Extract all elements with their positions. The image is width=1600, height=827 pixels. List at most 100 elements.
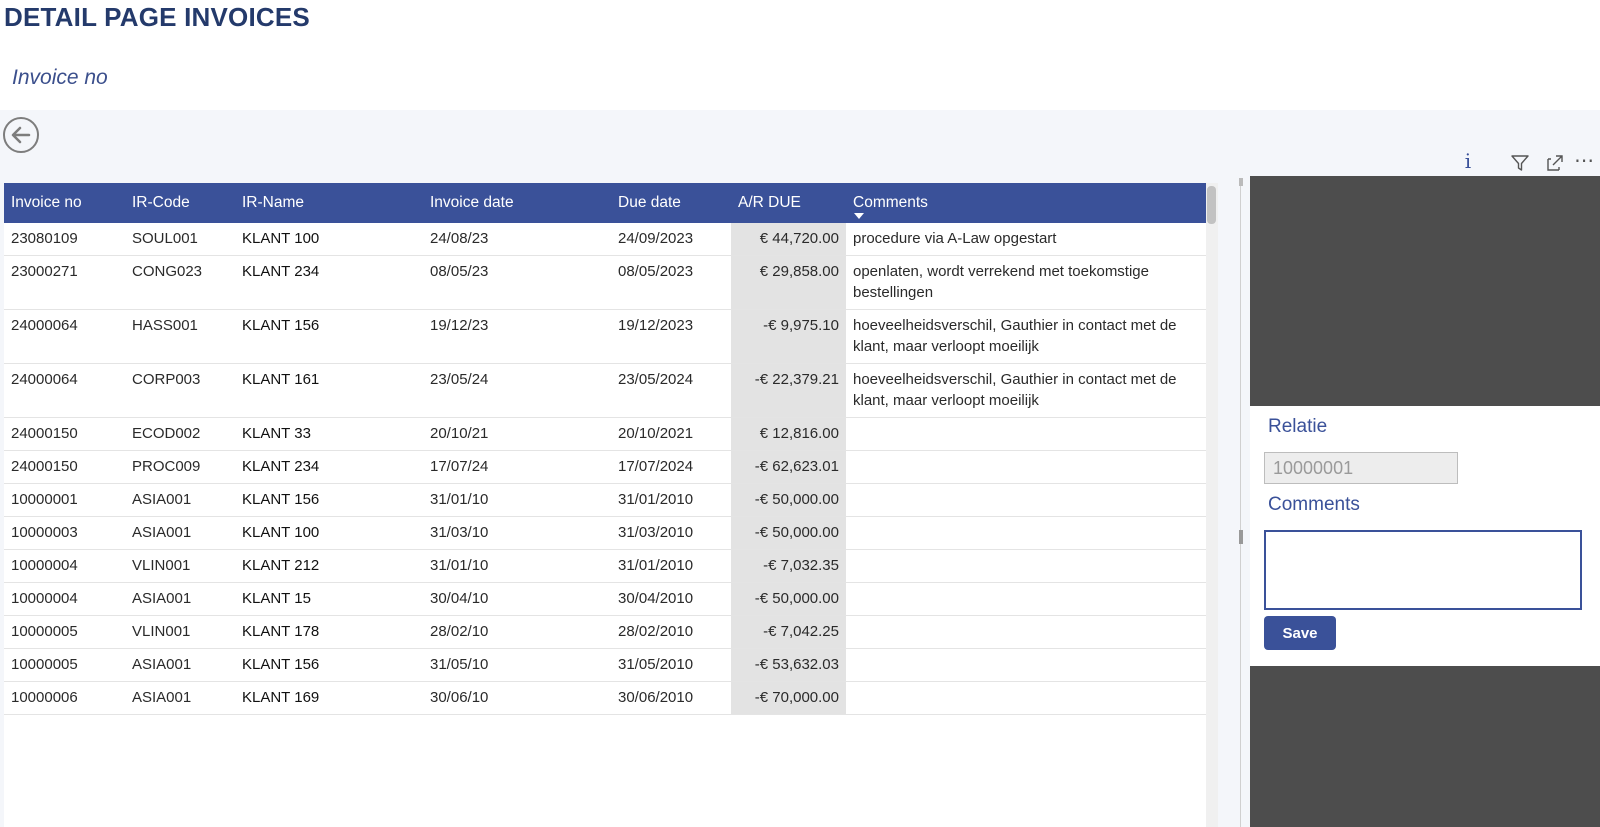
invoice-date-cell: 08/05/23 bbox=[423, 255, 611, 310]
ir-name-cell: KLANT 33 bbox=[235, 417, 423, 451]
due-date-cell: 31/01/2010 bbox=[611, 483, 731, 517]
table-row[interactable]: 10000005 VLIN001 KLANT 178 28/02/10 28/02/20… bbox=[4, 615, 1206, 649]
sort-descending-icon bbox=[854, 213, 864, 219]
ir-code-cell: CONG023 bbox=[125, 255, 235, 310]
ir-code-cell: HASS001 bbox=[125, 309, 235, 364]
table-row[interactable]: 10000003 ASIA001 KLANT 100 31/03/10 31/03/20… bbox=[4, 516, 1206, 550]
comments-cell bbox=[846, 582, 1206, 616]
ir-code-cell: ASIA001 bbox=[125, 648, 235, 682]
ir-code-cell: VLIN001 bbox=[125, 615, 235, 649]
ir-code-cell: ASIA001 bbox=[125, 483, 235, 517]
comments-cell bbox=[846, 681, 1206, 715]
invoice-date-cell: 23/05/24 bbox=[423, 363, 611, 418]
ar-due-cell: -€ 7,042.25 bbox=[731, 615, 846, 649]
due-date-cell: 31/01/2010 bbox=[611, 549, 731, 583]
ar-due-cell: -€ 62,623.01 bbox=[731, 450, 846, 484]
due-date-cell: 17/07/2024 bbox=[611, 450, 731, 484]
due-date-cell: 30/06/2010 bbox=[611, 681, 731, 715]
ir-name-cell: KLANT 100 bbox=[235, 223, 423, 256]
table-row[interactable]: 24000150 PROC009 KLANT 234 17/07/24 17/07/20… bbox=[4, 450, 1206, 484]
save-button[interactable]: Save bbox=[1264, 616, 1336, 650]
ir-code-cell: ASIA001 bbox=[125, 516, 235, 550]
comments-field[interactable] bbox=[1264, 530, 1582, 610]
ar-due-cell: € 44,720.00 bbox=[731, 223, 846, 256]
column-header-due-date[interactable]: Due date bbox=[611, 183, 731, 223]
focus-mode-icon[interactable] bbox=[1545, 153, 1565, 177]
invoice-no-cell: 24000064 bbox=[4, 309, 125, 364]
ir-name-cell: KLANT 178 bbox=[235, 615, 423, 649]
column-header-comments[interactable]: Comments bbox=[846, 183, 1206, 223]
relatie-label: Relatie bbox=[1268, 416, 1328, 437]
due-date-cell: 20/10/2021 bbox=[611, 417, 731, 451]
comments-cell: hoeveelheidsverschil, Gauthier in contac… bbox=[846, 309, 1206, 364]
ir-name-cell: KLANT 212 bbox=[235, 549, 423, 583]
invoice-no-cell: 23080109 bbox=[4, 223, 125, 256]
resize-grip-middle bbox=[1239, 530, 1243, 544]
relatie-field[interactable] bbox=[1264, 452, 1458, 484]
ar-due-cell: € 29,858.00 bbox=[731, 255, 846, 310]
ar-due-cell: -€ 53,632.03 bbox=[731, 648, 846, 682]
comments-cell: hoeveelheidsverschil, Gauthier in contac… bbox=[846, 363, 1206, 418]
invoice-date-cell: 28/02/10 bbox=[423, 615, 611, 649]
panel-resize-handle[interactable] bbox=[1239, 178, 1249, 827]
column-header-ar-due[interactable]: A/R DUE bbox=[731, 183, 846, 223]
column-header-invoice-no[interactable]: Invoice no bbox=[4, 183, 125, 223]
column-header-ir-code[interactable]: IR-Code bbox=[125, 183, 235, 223]
invoice-date-cell: 31/03/10 bbox=[423, 516, 611, 550]
ar-due-cell: € 12,816.00 bbox=[731, 417, 846, 451]
table-row[interactable]: 10000004 VLIN001 KLANT 212 31/01/10 31/01/20… bbox=[4, 549, 1206, 583]
table-row[interactable]: 24000150 ECOD002 KLANT 33 20/10/21 20/10/202… bbox=[4, 417, 1206, 451]
comments-cell bbox=[846, 516, 1206, 550]
comments-cell: procedure via A-Law opgestart bbox=[846, 223, 1206, 256]
ir-code-cell: CORP003 bbox=[125, 363, 235, 418]
invoice-date-cell: 20/10/21 bbox=[423, 417, 611, 451]
invoice-date-cell: 30/06/10 bbox=[423, 681, 611, 715]
comments-cell bbox=[846, 483, 1206, 517]
invoice-date-cell: 31/01/10 bbox=[423, 549, 611, 583]
comments-cell bbox=[846, 417, 1206, 451]
page-subtitle: Invoice no bbox=[12, 66, 108, 89]
invoice-no-cell: 10000004 bbox=[4, 549, 125, 583]
table-row[interactable]: 10000001 ASIA001 KLANT 156 31/01/10 31/01/20… bbox=[4, 483, 1206, 517]
table-row[interactable]: 24000064 CORP003 KLANT 161 23/05/24 23/05/20… bbox=[4, 363, 1206, 418]
table-row[interactable]: 23000271 CONG023 KLANT 234 08/05/23 08/05/20… bbox=[4, 255, 1206, 310]
column-header-comments-label: Comments bbox=[853, 194, 928, 211]
ir-name-cell: KLANT 234 bbox=[235, 450, 423, 484]
table-row[interactable]: 24000064 HASS001 KLANT 156 19/12/23 19/12/20… bbox=[4, 309, 1206, 364]
info-icon[interactable]: i bbox=[1460, 150, 1476, 172]
back-button[interactable] bbox=[3, 117, 39, 153]
table-row[interactable]: 10000006 ASIA001 KLANT 169 30/06/10 30/06/20… bbox=[4, 681, 1206, 715]
column-header-invoice-date[interactable]: Invoice date bbox=[423, 183, 611, 223]
ir-name-cell: KLANT 169 bbox=[235, 681, 423, 715]
due-date-cell: 31/03/2010 bbox=[611, 516, 731, 550]
table-row[interactable]: 10000004 ASIA001 KLANT 15 30/04/10 30/04/201… bbox=[4, 582, 1206, 616]
invoice-date-cell: 31/05/10 bbox=[423, 648, 611, 682]
invoice-date-cell: 30/04/10 bbox=[423, 582, 611, 616]
ir-code-cell: ECOD002 bbox=[125, 417, 235, 451]
page-title: DETAIL PAGE INVOICES bbox=[4, 2, 310, 32]
ir-name-cell: KLANT 161 bbox=[235, 363, 423, 418]
invoice-date-cell: 19/12/23 bbox=[423, 309, 611, 364]
ir-name-cell: KLANT 234 bbox=[235, 255, 423, 310]
table-scrollbar-thumb[interactable] bbox=[1207, 186, 1216, 224]
invoice-no-cell: 10000001 bbox=[4, 483, 125, 517]
column-header-ir-name[interactable]: IR-Name bbox=[235, 183, 423, 223]
table-scrollbar-track[interactable] bbox=[1206, 183, 1218, 827]
more-options-icon[interactable]: ⋯ bbox=[1574, 148, 1594, 172]
invoice-no-cell: 10000003 bbox=[4, 516, 125, 550]
invoice-no-cell: 24000150 bbox=[4, 450, 125, 484]
invoice-no-cell: 10000006 bbox=[4, 681, 125, 715]
comments-cell bbox=[846, 450, 1206, 484]
invoice-no-cell: 24000064 bbox=[4, 363, 125, 418]
arrow-left-icon bbox=[11, 126, 31, 144]
ir-code-cell: ASIA001 bbox=[125, 582, 235, 616]
ir-code-cell: VLIN001 bbox=[125, 549, 235, 583]
table-header-row: Invoice no IR-Code IR-Name Invoice date … bbox=[4, 183, 1206, 223]
invoice-no-cell: 10000004 bbox=[4, 582, 125, 616]
table-row[interactable]: 10000005 ASIA001 KLANT 156 31/05/10 31/05/20… bbox=[4, 648, 1206, 682]
comments-label: Comments bbox=[1268, 494, 1360, 515]
invoice-date-cell: 17/07/24 bbox=[423, 450, 611, 484]
ir-name-cell: KLANT 156 bbox=[235, 309, 423, 364]
filter-icon[interactable] bbox=[1510, 153, 1530, 177]
table-row[interactable]: 23080109 SOUL001 KLANT 100 24/08/23 24/09/20… bbox=[4, 223, 1206, 256]
